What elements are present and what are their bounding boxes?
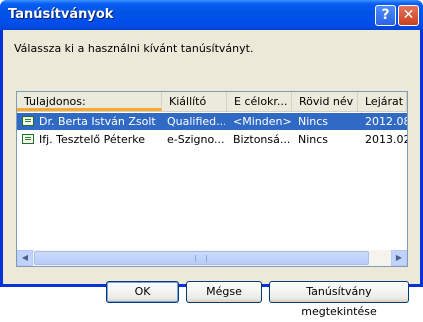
horizontal-scrollbar[interactable]: ◀ ▶ (17, 250, 407, 266)
instruction-text: Válassza ki a használni kívánt tanúsítvá… (14, 42, 254, 55)
cell-owner: Ifj. Tesztelő Péterke (39, 133, 146, 146)
title-bar[interactable]: Tanúsítványok ? ✕ (0, 0, 423, 30)
certificate-list[interactable]: Tulajdonos: Kiállító E célokr... Rövid n… (16, 91, 408, 267)
cell-owner: Dr. Berta István Zsolt (39, 115, 156, 128)
scrollbar-grip-icon (195, 255, 207, 262)
cell-purpose: Biztonsá... (233, 133, 291, 146)
certificate-icon (22, 134, 34, 144)
table-row[interactable]: Dr. Berta István Zsolt Qualified... <Min… (17, 113, 407, 130)
scrollbar-thumb[interactable] (34, 251, 369, 265)
scroll-left-arrow-icon[interactable]: ◀ (17, 250, 33, 266)
column-header-issuer[interactable]: Kiállító (162, 92, 227, 111)
ok-button[interactable]: OK (106, 281, 179, 303)
cell-short-name: Nincs (298, 133, 329, 146)
certificate-icon (22, 116, 34, 126)
cell-issuer: Qualified... (167, 115, 225, 128)
close-button[interactable]: ✕ (398, 5, 419, 26)
window-title: Tanúsítványok (8, 7, 114, 22)
column-header-purpose[interactable]: E célokr... (227, 92, 292, 111)
table-row[interactable]: Ifj. Tesztelő Péterke e-Szigno... Bizton… (17, 131, 407, 148)
view-certificate-button[interactable]: Tanúsítvány megtekintése (269, 281, 409, 318)
cell-expiry: 2013.02. (365, 133, 407, 146)
column-header-expiry[interactable]: Lejárat ... (358, 92, 407, 111)
cell-short-name: Nincs (298, 115, 329, 128)
scroll-right-arrow-icon[interactable]: ▶ (391, 250, 407, 266)
cell-expiry: 2012.08. (365, 115, 407, 128)
list-header: Tulajdonos: Kiállító E célokr... Rövid n… (17, 92, 407, 112)
certificate-dialog: Tanúsítványok ? ✕ Válassza ki a használn… (0, 0, 423, 318)
cancel-button[interactable]: Mégse (186, 281, 262, 303)
dialog-body: Válassza ki a használni kívánt tanúsítvá… (3, 30, 420, 318)
column-header-owner[interactable]: Tulajdonos: (17, 92, 162, 111)
cell-purpose: <Minden> (233, 115, 291, 128)
cell-issuer: e-Szigno... (167, 133, 225, 146)
column-header-short-name[interactable]: Rövid név (292, 92, 358, 111)
help-button[interactable]: ? (375, 5, 396, 26)
